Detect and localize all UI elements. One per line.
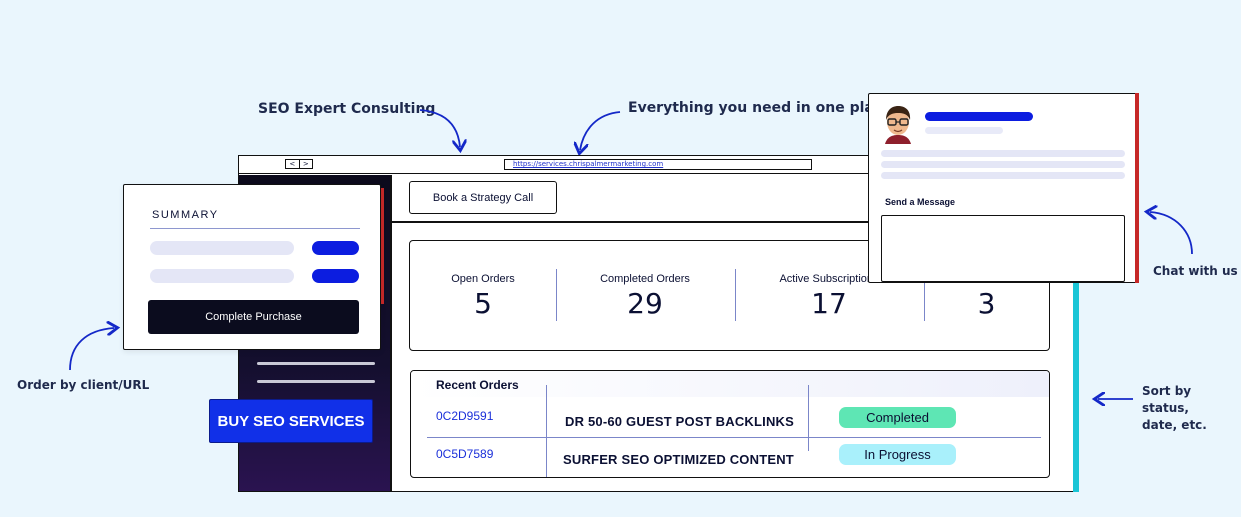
column-divider [546, 385, 547, 477]
status-badge-in-progress: In Progress [839, 444, 956, 465]
arrow-order-by-icon [69, 328, 114, 371]
sidebar-item-placeholder[interactable] [257, 362, 375, 365]
stat-label: Completed Orders [600, 273, 690, 285]
complete-purchase-button[interactable]: Complete Purchase [148, 300, 359, 334]
order-service: SURFER SEO OPTIMIZED CONTENT [563, 452, 794, 467]
back-icon[interactable]: < [286, 160, 300, 168]
sidebar-item-placeholder[interactable] [257, 380, 375, 383]
stat-value: 3 [977, 287, 996, 320]
order-id[interactable]: 0C2D9591 [436, 409, 493, 423]
summary-divider [150, 228, 360, 229]
browser-nav-buttons: < > [285, 159, 313, 169]
recent-orders-title: Recent Orders [436, 378, 519, 392]
avatar [885, 106, 911, 144]
summary-item-placeholder [150, 269, 294, 283]
summary-price-placeholder [312, 269, 359, 283]
row-divider [427, 437, 1041, 438]
stat-open-orders: Open Orders 5 [410, 241, 556, 350]
status-badge-completed: Completed [839, 407, 956, 428]
order-service: DR 50-60 GUEST POST BACKLINKS [565, 414, 795, 429]
book-strategy-call-button[interactable]: Book a Strategy Call [409, 181, 557, 214]
arrow-seo-expert-icon [419, 109, 460, 147]
column-divider [808, 385, 809, 451]
summary-price-placeholder [312, 241, 359, 255]
stat-label: Open Orders [451, 273, 515, 285]
chat-name-placeholder [925, 112, 1033, 121]
buy-seo-services-button[interactable]: BUY SEO SERVICES [209, 399, 373, 443]
chat-text-placeholder [881, 161, 1125, 168]
chat-card: Send a Message [868, 93, 1138, 283]
chat-text-placeholder [881, 172, 1125, 179]
arrow-chat-icon [1150, 212, 1193, 255]
message-input[interactable] [881, 215, 1125, 282]
recent-orders-table: Recent Orders 0C2D9591 DR 50-60 GUEST PO… [410, 370, 1050, 478]
chat-status-placeholder [925, 127, 1003, 134]
chat-text-placeholder [881, 150, 1125, 157]
forward-icon[interactable]: > [300, 160, 313, 168]
summary-title: SUMMARY [152, 209, 219, 221]
summary-card: SUMMARY Complete Purchase [123, 184, 381, 350]
order-id[interactable]: 0C5D7589 [436, 447, 493, 461]
send-message-label: Send a Message [885, 197, 956, 207]
stat-value: 17 [811, 287, 847, 320]
arrow-everything-icon [580, 111, 621, 150]
chat-accent-bar [1135, 93, 1139, 283]
url-bar[interactable]: https://services.chrispalmermarketing.co… [504, 159, 812, 170]
summary-item-placeholder [150, 241, 294, 255]
stat-completed-orders: Completed Orders 29 [556, 241, 734, 350]
stat-value: 5 [474, 287, 492, 320]
stat-value: 29 [627, 287, 663, 320]
browser-accent-bar [1073, 282, 1079, 492]
